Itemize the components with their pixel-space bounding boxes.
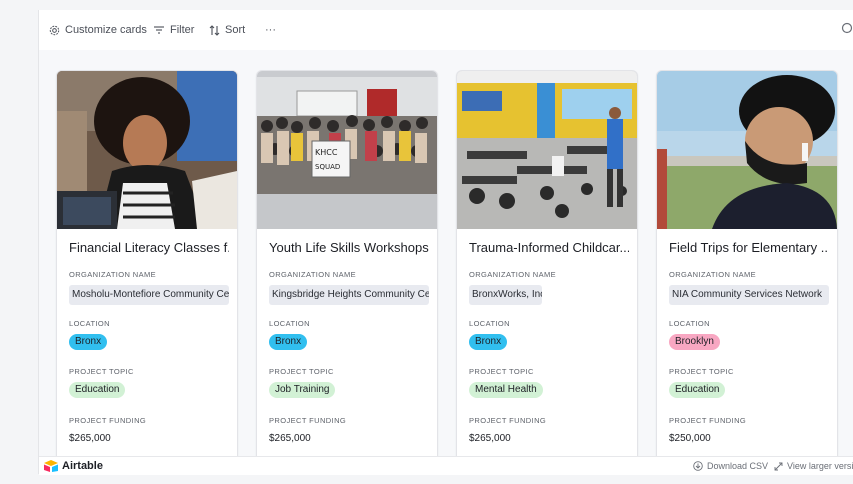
topic-tag: Job Training bbox=[269, 382, 336, 398]
funding-value: $265,000 bbox=[269, 433, 311, 444]
customize-cards-button[interactable]: Customize cards bbox=[49, 22, 147, 38]
gallery-cards: Financial Literacy Classes f... ORGANIZA… bbox=[39, 50, 853, 456]
funding-field-label: PROJECT FUNDING bbox=[69, 416, 147, 425]
location-tag: Brooklyn bbox=[669, 334, 720, 350]
topic-tag: Education bbox=[669, 382, 726, 398]
organization-field-label: ORGANIZATION NAME bbox=[469, 270, 557, 279]
card-title: Field Trips for Elementary ... bbox=[669, 240, 829, 255]
card-title: Youth Life Skills Workshops bbox=[269, 240, 429, 255]
airtable-logo[interactable]: Airtable bbox=[43, 460, 103, 472]
location-field-label: LOCATION bbox=[69, 319, 110, 328]
search-button[interactable] bbox=[840, 22, 853, 38]
sort-icon bbox=[209, 24, 220, 36]
topic-field-label: PROJECT TOPIC bbox=[469, 367, 534, 376]
card-image bbox=[457, 71, 637, 229]
funding-field-label: PROJECT FUNDING bbox=[669, 416, 747, 425]
svg-text:KHCC: KHCC bbox=[315, 148, 338, 157]
organization-field-label: ORGANIZATION NAME bbox=[269, 270, 357, 279]
funding-value: $265,000 bbox=[69, 433, 111, 444]
photo-classroom-icon bbox=[457, 71, 637, 229]
organization-field-label: ORGANIZATION NAME bbox=[669, 270, 757, 279]
filter-label: Filter bbox=[170, 24, 195, 36]
brand-name: Airtable bbox=[62, 460, 103, 472]
funding-field-label: PROJECT FUNDING bbox=[269, 416, 347, 425]
customize-cards-label: Customize cards bbox=[65, 24, 147, 36]
expand-icon bbox=[774, 462, 783, 470]
filter-button[interactable]: Filter bbox=[153, 22, 194, 38]
photo-group-icon: KHCC SQUAD bbox=[257, 71, 437, 229]
organization-value: Kingsbridge Heights Community Ce bbox=[269, 285, 429, 305]
card-image bbox=[57, 71, 237, 229]
card-image: KHCC SQUAD bbox=[257, 71, 437, 229]
topic-field-label: PROJECT TOPIC bbox=[669, 367, 734, 376]
location-tag: Bronx bbox=[269, 334, 308, 350]
download-csv-label: Download CSV bbox=[707, 461, 769, 471]
location-field-label: LOCATION bbox=[269, 319, 310, 328]
view-toolbar: Customize cards Filter Sort ··· bbox=[39, 10, 853, 51]
search-icon bbox=[841, 22, 853, 34]
more-options-button[interactable]: ··· bbox=[265, 22, 276, 38]
topic-field-label: PROJECT TOPIC bbox=[69, 367, 134, 376]
funding-value: $250,000 bbox=[669, 433, 711, 444]
card-title: Trauma-Informed Childcar... bbox=[469, 240, 629, 255]
sort-label: Sort bbox=[225, 24, 246, 36]
record-card[interactable]: KHCC SQUAD Youth Life Skills Workshops O… bbox=[256, 70, 438, 456]
topic-tag: Mental Health bbox=[469, 382, 543, 398]
organization-value: Mosholu-Montefiore Community Ce bbox=[69, 285, 229, 305]
view-larger-label: View larger versio bbox=[787, 461, 853, 471]
embed-footer: Airtable Download CSV View larger versio bbox=[39, 456, 853, 475]
airtable-logo-icon bbox=[44, 460, 58, 472]
organization-field-label: ORGANIZATION NAME bbox=[69, 270, 157, 279]
card-title: Financial Literacy Classes f... bbox=[69, 240, 229, 255]
organization-value: BronxWorks, Inc bbox=[469, 285, 542, 305]
topic-tag: Education bbox=[69, 382, 126, 398]
sort-button[interactable]: Sort bbox=[209, 22, 245, 38]
photo-masked-teen-icon bbox=[657, 71, 837, 229]
location-tag: Bronx bbox=[69, 334, 108, 350]
funding-value: $265,000 bbox=[469, 433, 511, 444]
gear-icon bbox=[49, 25, 60, 35]
organization-value: NIA Community Services Network bbox=[669, 285, 829, 305]
location-field-label: LOCATION bbox=[469, 319, 510, 328]
record-card[interactable]: Financial Literacy Classes f... ORGANIZA… bbox=[56, 70, 238, 456]
filter-icon bbox=[154, 26, 164, 34]
record-card[interactable]: Field Trips for Elementary ... ORGANIZAT… bbox=[656, 70, 838, 456]
funding-field-label: PROJECT FUNDING bbox=[469, 416, 547, 425]
photo-student-laptop-icon bbox=[57, 71, 237, 229]
record-card[interactable]: Trauma-Informed Childcar... ORGANIZATION… bbox=[456, 70, 638, 456]
download-csv-button[interactable]: Download CSV bbox=[693, 461, 768, 471]
svg-text:SQUAD: SQUAD bbox=[315, 163, 340, 171]
embedded-view: Customize cards Filter Sort ··· Financia… bbox=[38, 10, 853, 475]
topic-field-label: PROJECT TOPIC bbox=[269, 367, 334, 376]
view-larger-button[interactable]: View larger versio bbox=[774, 461, 853, 471]
more-options-label: ··· bbox=[265, 24, 276, 36]
location-field-label: LOCATION bbox=[669, 319, 710, 328]
location-tag: Bronx bbox=[469, 334, 508, 350]
card-image bbox=[657, 71, 837, 229]
download-icon bbox=[693, 461, 703, 471]
